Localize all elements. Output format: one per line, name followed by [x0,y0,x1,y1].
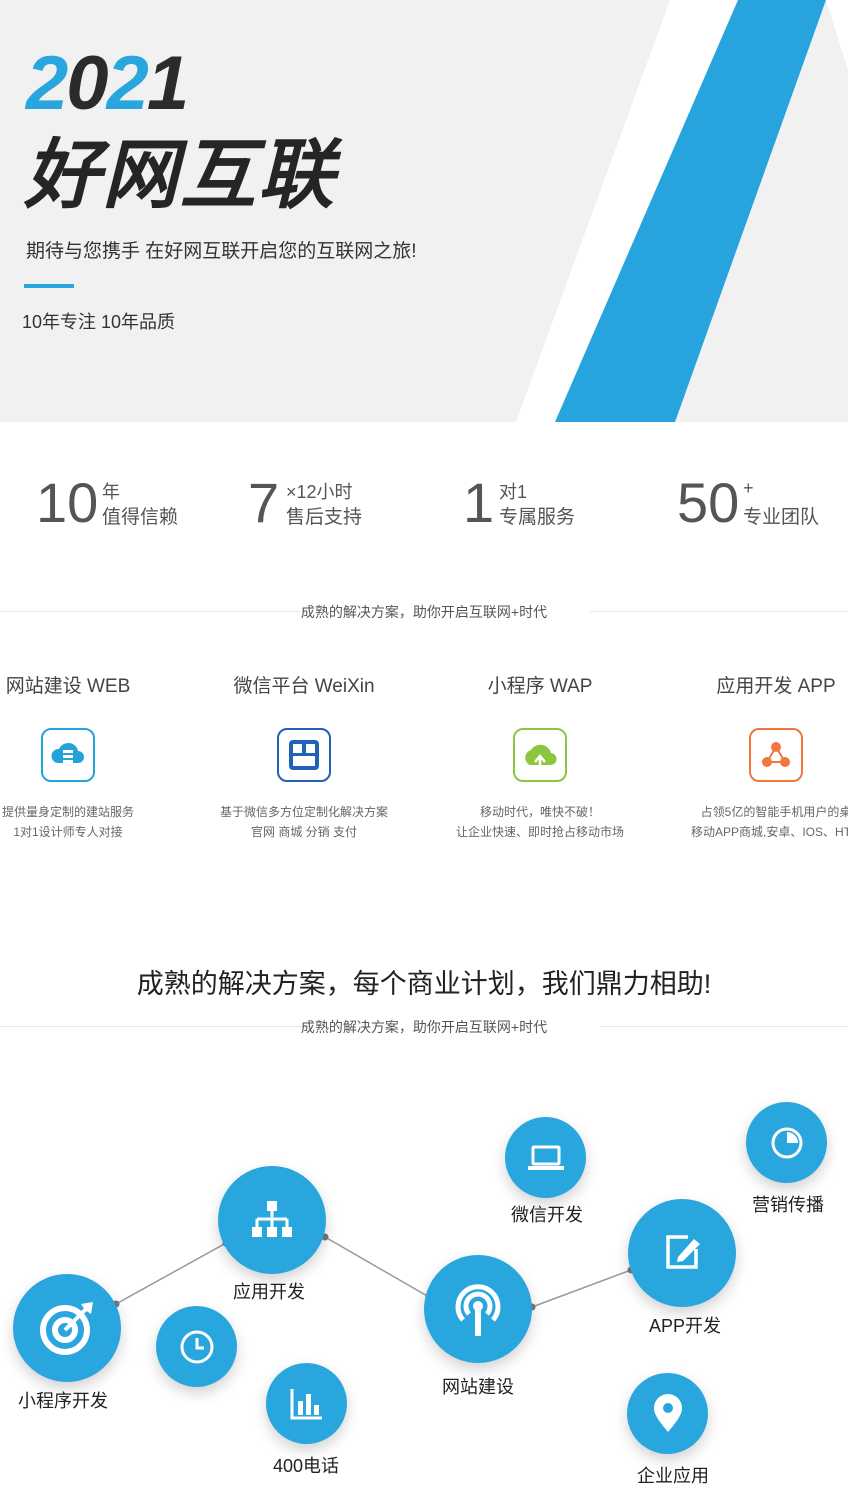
pie-chart-icon [771,1127,802,1158]
edit-icon [666,1235,700,1269]
solution-label: 400电话 [272,1456,340,1476]
solution-node-wechat[interactable] [505,1117,586,1198]
laptop-icon [527,1145,564,1170]
sitemap-icon [252,1201,292,1237]
solution-node-enterprise[interactable] [627,1373,708,1454]
solution-label: 企业应用 [637,1466,709,1486]
solution-node-app-dev[interactable] [218,1166,326,1274]
target-icon [40,1302,93,1355]
solution-label: 小程序开发 [18,1391,108,1411]
solution-label: 网站建设 [442,1377,514,1397]
solution-label: 应用开发 [233,1282,305,1302]
solution-label: APP开发 [648,1316,722,1336]
solution-node-marketing[interactable] [746,1102,827,1183]
solution-node-400-phone[interactable] [266,1363,347,1444]
solution-node-mini-program[interactable] [13,1274,121,1382]
solution-label: 营销传播 [752,1195,824,1215]
solution-node-clock[interactable] [156,1306,237,1387]
bar-chart-icon [290,1388,322,1419]
solution-node-app[interactable] [628,1199,736,1307]
location-pin-icon [653,1393,682,1432]
broadcast-icon [455,1284,501,1336]
solution-label: 微信开发 [511,1205,583,1225]
solution-node-website[interactable] [424,1255,532,1363]
clock-icon [180,1330,213,1363]
